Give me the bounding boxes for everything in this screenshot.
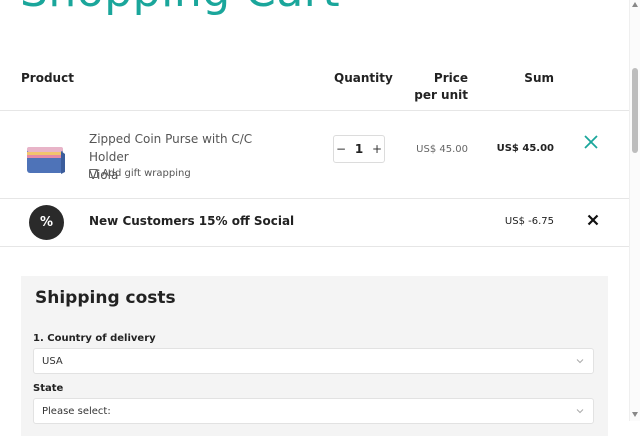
header-quantity: Quantity — [334, 71, 393, 85]
discount-label: New Customers 15% off Social — [89, 214, 295, 228]
page-title: Shopping Cart — [20, 0, 340, 17]
country-select-value[interactable]: USA — [42, 356, 63, 367]
chevron-down-icon — [576, 359, 584, 364]
gift-wrapping-checkbox[interactable] — [89, 169, 98, 178]
state-select[interactable]: Please select: — [33, 398, 594, 424]
gift-wrapping-label[interactable]: Add gift wrapping — [102, 168, 191, 179]
remove-discount-close-icon[interactable] — [587, 214, 599, 226]
quantity-increase-button[interactable]: + — [370, 142, 384, 156]
scrollbar-thumb[interactable] — [632, 68, 638, 153]
quantity-stepper: − 1 + — [333, 135, 385, 163]
product-thumbnail[interactable] — [25, 145, 67, 177]
country-select[interactable]: USA — [33, 348, 594, 374]
remove-item-close-icon[interactable] — [582, 133, 600, 151]
discount-percent-icon: % — [29, 205, 64, 240]
vertical-scrollbar[interactable] — [629, 0, 640, 421]
discount-sum: US$ -6.75 — [504, 216, 554, 227]
quantity-value[interactable]: 1 — [355, 142, 363, 156]
scroll-down-arrow-icon[interactable] — [632, 412, 638, 417]
scroll-up-arrow-icon[interactable] — [632, 2, 638, 7]
unit-price: US$ 45.00 — [416, 144, 468, 155]
shipping-title: Shipping costs — [35, 288, 176, 308]
cart-table-header: Product Quantity Price per unit Sum — [0, 70, 630, 111]
shipping-costs-panel: Shipping costs 1. Country of delivery US… — [21, 276, 608, 436]
chevron-down-icon — [576, 409, 584, 414]
state-select-value[interactable]: Please select: — [42, 406, 111, 417]
item-sum: US$ 45.00 — [496, 143, 554, 154]
country-label: 1. Country of delivery — [33, 333, 156, 344]
quantity-decrease-button[interactable]: − — [334, 142, 348, 156]
header-sum: Sum — [524, 71, 554, 85]
cart-item-row: Zipped Coin Purse with C/C Holder Viola … — [0, 111, 630, 199]
header-product: Product — [21, 71, 74, 85]
gift-wrapping-option[interactable]: Add gift wrapping — [89, 168, 191, 179]
product-name-line1[interactable]: Zipped Coin Purse with C/C Holder — [89, 130, 289, 166]
discount-row: % New Customers 15% off Social US$ -6.75 — [0, 199, 630, 247]
header-price-per-unit: Price per unit — [414, 71, 468, 102]
state-label: State — [33, 383, 64, 394]
